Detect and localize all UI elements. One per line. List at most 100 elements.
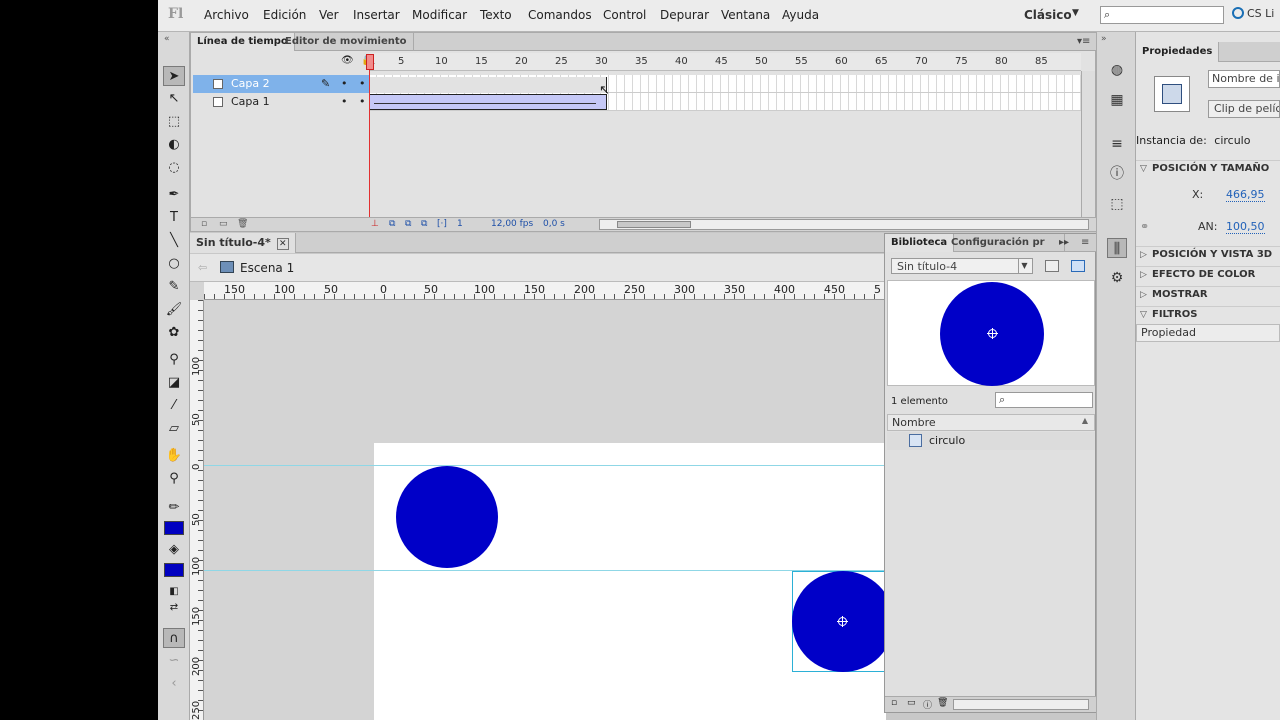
menu-ventana[interactable]: Ventana [721, 8, 770, 22]
library-scrollbar[interactable] [953, 699, 1089, 710]
hand-tool-icon[interactable]: ✋ [163, 446, 185, 466]
expand-icon[interactable]: ▸▸ [1059, 237, 1069, 248]
motion-tween-span[interactable] [369, 94, 607, 110]
instance-name-input[interactable]: Nombre de in [1208, 70, 1280, 88]
visible-dot[interactable]: • [341, 95, 348, 108]
straighten-icon[interactable]: ‹ [163, 674, 185, 694]
collapse-icon[interactable]: » [1101, 34, 1107, 44]
timeline-scroll-thumb[interactable] [617, 221, 691, 228]
menu-ver[interactable]: Ver [319, 8, 339, 22]
text-tool-icon[interactable]: T [163, 208, 185, 228]
library-document-select[interactable]: Sin título-4 ▼ [891, 258, 1033, 274]
tab-library[interactable]: Biblioteca [885, 234, 955, 252]
tab-properties[interactable]: Propiedades [1136, 42, 1220, 62]
subselection-tool-icon[interactable]: ↖ [163, 89, 185, 109]
3d-rotation-tool-icon[interactable]: ◐ [163, 135, 185, 155]
x-value[interactable]: 466,95 [1226, 188, 1265, 202]
fill-color-swatch[interactable] [164, 563, 184, 577]
info-panel-icon[interactable]: ⓘ [1107, 164, 1127, 184]
menu-archivo[interactable]: Archivo [204, 8, 249, 22]
library-panel-icon[interactable]: ⫼ [1107, 238, 1127, 258]
link-icon[interactable]: ⚭ [1140, 220, 1149, 233]
workspace-switcher[interactable]: Clásico [1024, 8, 1072, 22]
timeline-vertical-scrollbar[interactable] [1081, 71, 1095, 217]
swap-colors-icon[interactable]: ⇄ [163, 598, 185, 618]
frame-rate[interactable]: 12,00 fps [491, 219, 533, 229]
guide-line[interactable] [204, 570, 886, 571]
center-frame-icon[interactable]: ⊥ [371, 219, 379, 229]
properties-icon[interactable]: ⓘ [923, 698, 932, 711]
oval-tool-icon[interactable]: ○ [163, 254, 185, 274]
line-tool-icon[interactable]: ╲ [163, 231, 185, 251]
onion-skin-icon[interactable]: ⧉ [389, 219, 395, 229]
free-transform-tool-icon[interactable]: ⬚ [163, 112, 185, 132]
new-folder-icon[interactable]: ▭ [907, 698, 916, 708]
eraser-tool-icon[interactable]: ▱ [163, 419, 185, 439]
tab-publish-settings[interactable]: Configuración pr [945, 234, 1065, 252]
stage-area[interactable]: 150 100 50 0 50 100 150 200 250 300 350 … [190, 282, 886, 720]
document-tab[interactable]: Sin título-4* ✕ [190, 233, 296, 253]
back-arrow-icon[interactable]: ⇦ [198, 261, 207, 274]
delete-icon[interactable]: 🗑 [937, 698, 948, 708]
new-symbol-icon[interactable]: ▫ [891, 698, 897, 708]
layer-row-capa-2[interactable]: Capa 2 ✎ • • [193, 75, 386, 93]
section-color-effect[interactable]: ▷ EFECTO DE COLOR [1136, 266, 1280, 284]
unlocked-dot[interactable]: • [359, 77, 366, 90]
pen-tool-icon[interactable]: ✒ [163, 185, 185, 205]
panel-menu-icon[interactable]: ▾≡ [1077, 36, 1090, 47]
color-panel-icon[interactable]: ◍ [1107, 60, 1127, 80]
deco-tool-icon[interactable]: ✿ [163, 323, 185, 343]
new-layer-icon[interactable]: ▫ [201, 219, 207, 229]
playhead[interactable] [366, 54, 374, 70]
frame-ruler[interactable]: 1 5 10 15 20 25 30 35 40 45 50 55 60 65 … [369, 53, 1081, 71]
library-item[interactable]: circulo [887, 432, 1095, 450]
swatches-panel-icon[interactable]: ▦ [1107, 90, 1127, 110]
edit-multiple-frames-icon[interactable]: ⧉ [421, 219, 427, 229]
collapse-icon[interactable]: « [164, 34, 170, 44]
components-panel-icon[interactable]: ⚙ [1107, 268, 1127, 288]
horizontal-ruler[interactable]: 150 100 50 0 50 100 150 200 250 300 350 … [204, 282, 886, 300]
onion-markers-icon[interactable]: [·] [437, 219, 447, 229]
stroke-color-swatch[interactable] [164, 521, 184, 535]
section-position-size[interactable]: ▽ POSICIÓN Y TAMAÑO [1136, 160, 1280, 178]
library-column-header[interactable]: Nombre ▲ [887, 414, 1095, 431]
eyedropper-tool-icon[interactable]: ⁄ [163, 396, 185, 416]
menu-texto[interactable]: Texto [480, 8, 512, 22]
menu-comandos[interactable]: Comandos [528, 8, 592, 22]
menu-depurar[interactable]: Depurar [660, 8, 709, 22]
menu-insertar[interactable]: Insertar [353, 8, 400, 22]
delete-icon[interactable]: 🗑 [237, 219, 248, 229]
align-panel-icon[interactable]: ≡ [1107, 134, 1127, 154]
paint-bucket-tool-icon[interactable]: ◪ [163, 373, 185, 393]
tab-motion-editor[interactable]: Editor de movimiento [279, 33, 414, 51]
lasso-tool-icon[interactable]: ◌ [163, 158, 185, 178]
fill-color-icon[interactable]: ◈ [163, 540, 185, 560]
unlocked-dot[interactable]: • [359, 95, 366, 108]
menu-modificar[interactable]: Modificar [412, 8, 467, 22]
library-search-input[interactable]: ⌕ [995, 392, 1093, 408]
menu-edicion[interactable]: Edición [263, 8, 306, 22]
transform-panel-icon[interactable]: ⬚ [1107, 194, 1127, 214]
section-3d-position[interactable]: ▷ POSICIÓN Y VISTA 3D [1136, 246, 1280, 264]
empty-frames-capa-2[interactable] [369, 77, 607, 93]
vertical-ruler[interactable]: 100 50 0 50 100 150 200 250 [190, 300, 204, 720]
section-display[interactable]: ▷ MOSTRAR [1136, 286, 1280, 304]
bone-tool-icon[interactable]: ⚲ [163, 350, 185, 370]
current-frame[interactable]: 1 [457, 219, 463, 229]
cs-live-button[interactable]: CS Li [1232, 7, 1274, 20]
sort-arrow-icon[interactable]: ▲ [1082, 416, 1088, 425]
circle-instance-start[interactable] [396, 466, 498, 568]
guide-line[interactable] [204, 465, 886, 466]
menu-control[interactable]: Control [603, 8, 646, 22]
new-folder-icon[interactable]: ▭ [219, 219, 228, 229]
new-library-panel-icon[interactable] [1071, 260, 1085, 272]
symbol-type-select[interactable]: Clip de pelíc [1208, 100, 1280, 118]
stroke-color-icon[interactable]: ✏ [163, 498, 185, 518]
menu-ayuda[interactable]: Ayuda [782, 8, 819, 22]
selection-tool-icon[interactable]: ➤ [163, 66, 185, 86]
onion-outline-icon[interactable]: ⧉ [405, 219, 411, 229]
scene-name[interactable]: Escena 1 [240, 261, 294, 275]
pencil-tool-icon[interactable]: ✎ [163, 277, 185, 297]
section-filters[interactable]: ▽ FILTROS [1136, 306, 1280, 324]
brush-tool-icon[interactable]: 🖌 [163, 300, 185, 320]
